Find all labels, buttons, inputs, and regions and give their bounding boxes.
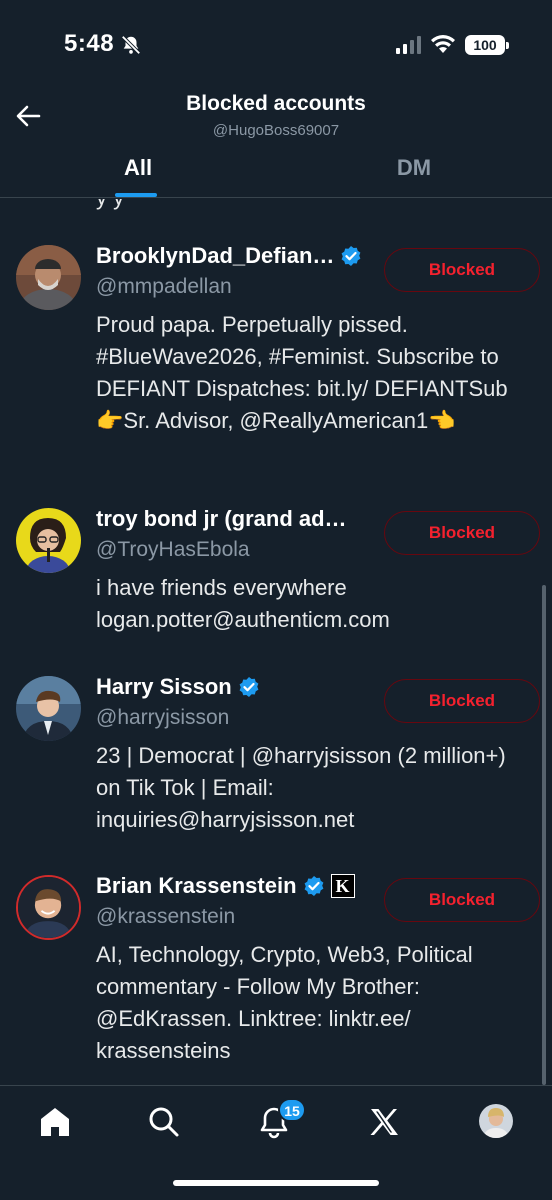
handle: @harryjsisson: [96, 706, 230, 729]
list-item[interactable]: Brian Krassenstein K @krassenstein AI, T…: [0, 869, 552, 1069]
name-line: BrooklynDad_Defian…: [96, 242, 362, 270]
list-item[interactable]: troy bond jr (grand ad… @TroyHasEbola i …: [0, 502, 552, 632]
profile-avatar[interactable]: [479, 1104, 513, 1138]
home-icon[interactable]: [37, 1104, 73, 1140]
bio-text: i have friends everywhere logan.potter@a…: [96, 575, 390, 632]
x-logo-icon[interactable]: [366, 1104, 402, 1140]
home-indicator: [173, 1180, 379, 1186]
name-line: troy bond jr (grand ad…: [96, 505, 347, 533]
handle: @krassenstein: [96, 905, 236, 928]
scrollbar[interactable]: [542, 585, 546, 1085]
avatar[interactable]: [16, 875, 81, 940]
display-name[interactable]: Harry Sisson: [96, 674, 232, 700]
handle: @mmpadellan: [96, 275, 232, 298]
display-name[interactable]: BrooklynDad_Defian…: [96, 243, 334, 269]
bio-text: AI, Technology, Crypto, Web3, Political …: [96, 942, 473, 1063]
clipped-text: y y: [96, 199, 124, 211]
avatar[interactable]: [16, 676, 81, 741]
wifi-icon: [431, 35, 455, 53]
blocked-button[interactable]: Blocked: [384, 679, 540, 723]
blocked-button[interactable]: Blocked: [384, 511, 540, 555]
search-icon[interactable]: [146, 1104, 182, 1140]
status-bar: 5:48 100: [0, 0, 552, 90]
blocked-accounts-list: y y BrooklynDad_Defian… @mmpadellan Prou…: [0, 199, 552, 1085]
list-item[interactable]: Harry Sisson @harryjsisson 23 | Democrat…: [0, 670, 552, 835]
name-line: Harry Sisson: [96, 673, 260, 701]
list-item[interactable]: BrooklynDad_Defian… @mmpadellan Proud pa…: [0, 239, 552, 479]
affiliate-badge-icon: K: [330, 874, 355, 898]
battery-indicator: 100: [465, 35, 509, 55]
tab-all[interactable]: All: [0, 145, 276, 197]
tab-dm[interactable]: DM: [276, 145, 552, 197]
verified-badge-icon: [341, 246, 361, 266]
cellular-signal-icon: [396, 36, 421, 54]
blocked-button[interactable]: Blocked: [384, 878, 540, 922]
bio-text: Proud papa. Perpetually pissed. #BlueWav…: [96, 312, 508, 433]
handle: @TroyHasEbola: [96, 538, 250, 561]
verified-badge-icon: [304, 876, 323, 896]
display-name[interactable]: Brian Krassenstein: [96, 873, 297, 899]
blocked-button[interactable]: Blocked: [384, 248, 540, 292]
notification-badge: 15: [278, 1098, 306, 1122]
tab-bar: All DM: [0, 145, 552, 198]
verified-badge-icon: [239, 677, 259, 697]
active-tab-indicator: [115, 193, 157, 197]
bio-text: 23 | Democrat | @harryjsisson (2 million…: [96, 743, 506, 832]
display-name[interactable]: troy bond jr (grand ad…: [96, 506, 347, 532]
name-line: Brian Krassenstein K: [96, 872, 355, 900]
avatar[interactable]: [16, 245, 81, 310]
page-title: Blocked accounts: [186, 92, 366, 115]
bell-off-icon: [121, 35, 141, 55]
account-handle: @HugoBoss69007: [212, 122, 340, 139]
status-time: 5:48: [64, 30, 115, 57]
avatar[interactable]: [16, 508, 81, 573]
